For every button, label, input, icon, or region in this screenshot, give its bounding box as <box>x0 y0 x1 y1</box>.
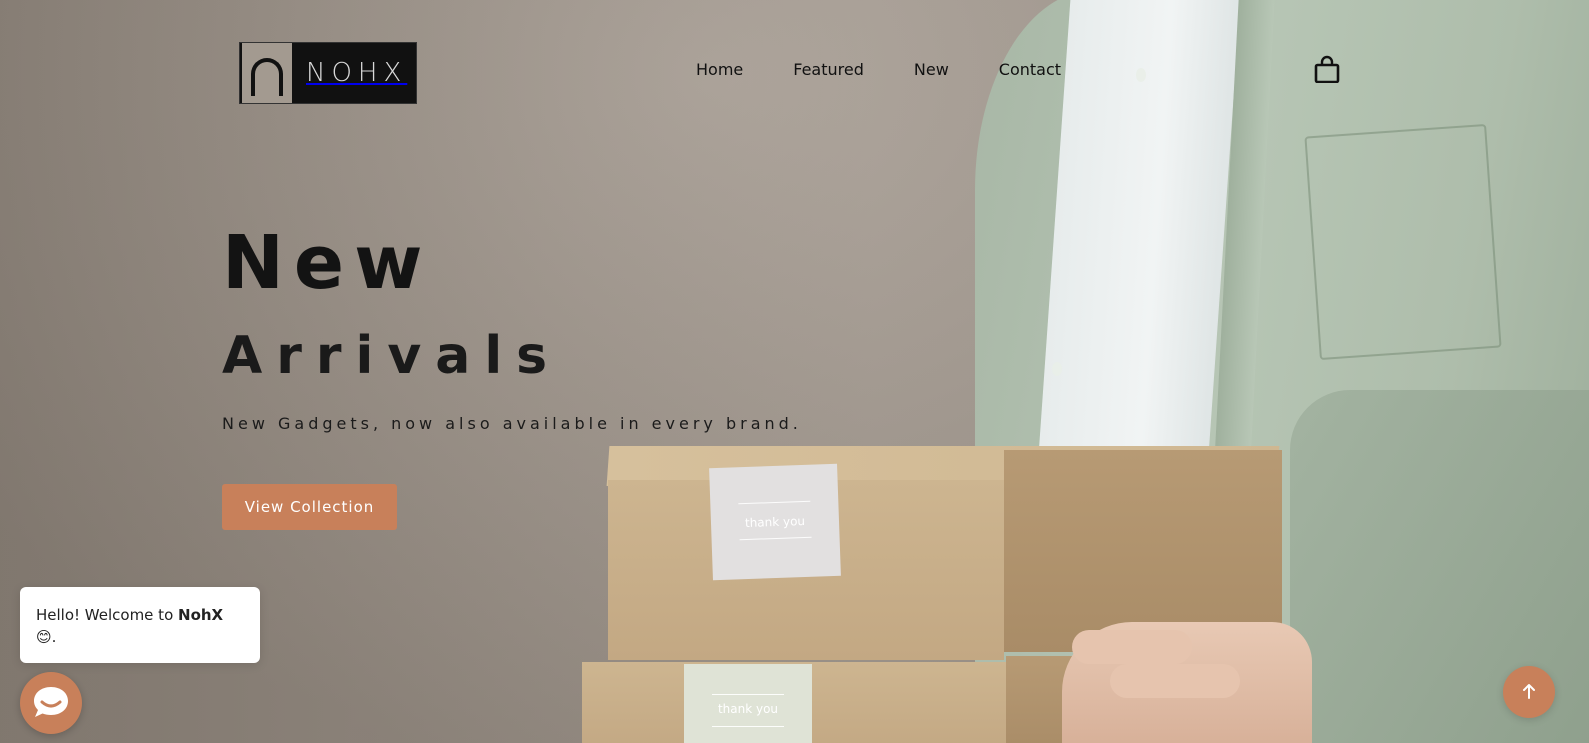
nav-item-new[interactable]: New <box>914 60 949 80</box>
logo-text: NOHX <box>306 58 408 88</box>
logo-arch-icon <box>242 43 292 103</box>
box-label-text: thank you <box>717 702 779 716</box>
chat-greeting-prefix: Hello! Welcome to <box>36 606 179 624</box>
hero-image-finger <box>1072 630 1192 664</box>
chat-icon <box>32 685 70 722</box>
hero-image-shirt-button <box>1136 68 1146 82</box>
hero-image-shirt-button <box>1052 362 1062 376</box>
chat-greeting-brand: NohX <box>178 606 224 624</box>
shopping-bag-icon[interactable] <box>1314 55 1340 84</box>
box-label-line <box>712 694 784 695</box>
chat-greeting-bubble[interactable]: Hello! Welcome to NohX 😊. <box>20 587 260 663</box>
hero-image-shirt-pocket <box>1304 123 1502 361</box>
box-label: thank you <box>709 463 841 581</box>
arrow-up-icon <box>1521 682 1537 703</box>
hero-image-finger <box>1110 664 1240 698</box>
box-label-line <box>739 536 812 541</box>
chat-launcher-button[interactable] <box>20 672 82 734</box>
box-label: thank you <box>684 664 812 743</box>
box-label-line <box>712 726 784 727</box>
nav-item-contact[interactable]: Contact <box>999 60 1061 80</box>
hero-tagline: New Gadgets, now also available in every… <box>222 414 802 433</box>
scroll-to-top-button[interactable] <box>1503 666 1555 718</box>
main-nav: Home Featured New Contact <box>696 60 1111 80</box>
nav-item-home[interactable]: Home <box>696 60 743 80</box>
box-label-text: thank you <box>744 513 806 531</box>
view-collection-button[interactable]: View Collection <box>222 484 397 530</box>
box-label-line <box>738 500 811 505</box>
brand-logo[interactable]: NOHX <box>239 42 417 104</box>
hero-title: New <box>222 220 433 306</box>
nav-item-featured[interactable]: Featured <box>793 60 864 80</box>
hero-subtitle: Arrivals <box>222 326 562 386</box>
chat-greeting-suffix: 😊. <box>36 628 57 646</box>
